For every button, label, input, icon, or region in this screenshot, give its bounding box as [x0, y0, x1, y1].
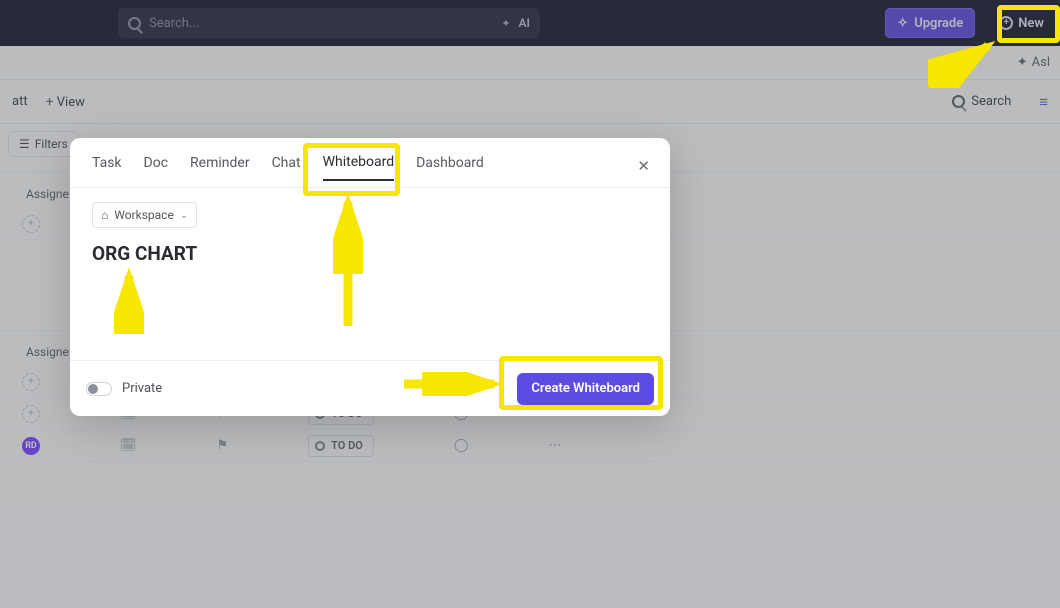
home-icon: ⌂	[101, 208, 108, 222]
private-toggle[interactable]	[86, 382, 112, 396]
tab-whiteboard[interactable]: Whiteboard	[323, 150, 395, 181]
tab-doc[interactable]: Doc	[144, 151, 169, 180]
tab-reminder[interactable]: Reminder	[190, 151, 250, 180]
modal-footer: Private Create Whiteboard	[70, 360, 670, 416]
modal-body: ⌂ Workspace ⌄	[70, 188, 670, 360]
modal-tabs: Task Doc Reminder Chat Whiteboard Dashbo…	[70, 138, 670, 188]
workspace-selector[interactable]: ⌂ Workspace ⌄	[92, 202, 197, 228]
close-icon[interactable]: ✕	[637, 157, 650, 175]
private-label: Private	[122, 381, 162, 396]
chevron-down-icon: ⌄	[180, 210, 188, 221]
tab-dashboard[interactable]: Dashboard	[416, 151, 484, 180]
tab-task[interactable]: Task	[92, 151, 122, 180]
create-modal: Task Doc Reminder Chat Whiteboard Dashbo…	[70, 138, 670, 416]
create-whiteboard-button[interactable]: Create Whiteboard	[517, 373, 654, 405]
whiteboard-title-input[interactable]	[92, 242, 648, 265]
tab-chat[interactable]: Chat	[272, 151, 301, 180]
